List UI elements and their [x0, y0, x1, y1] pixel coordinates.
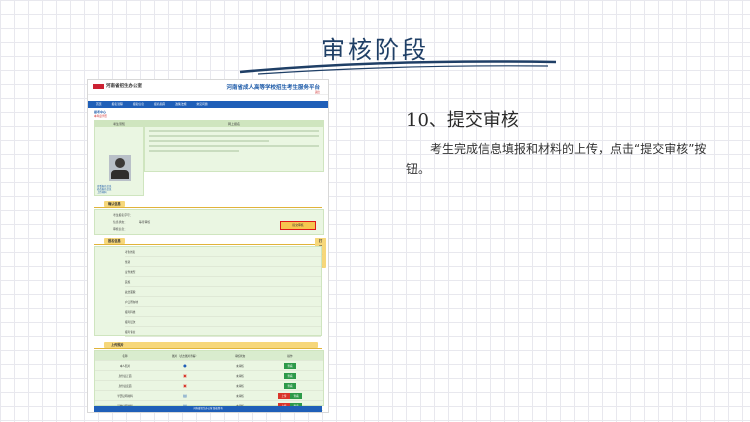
field-label: 报考科类: [125, 310, 136, 314]
portal-navbar: 首页 报名流程 报名信息 报名指南 政策法规 常见问题: [88, 101, 328, 108]
portal-footer: 河南省招生办公室 版权所有: [94, 406, 322, 412]
confirm-section: 确认信息 考生报名序号： 信息状态： 审核信息： 等待审核 提交审核: [94, 201, 324, 235]
id-card-icon: ▣: [183, 383, 187, 388]
sidebar-link[interactable]: 上传材料: [97, 191, 111, 194]
field-label: 考生姓名: [125, 250, 136, 254]
field-label: 民族: [125, 280, 131, 284]
basic-info-section: 报名信息 修改报名 打印报名表 打印 考生姓名 性别 证件类型 民族 政治面貌 …: [94, 238, 327, 338]
field-label: 政治面貌: [125, 290, 136, 294]
nav-item[interactable]: 报名信息: [129, 101, 148, 108]
avatar: [109, 155, 131, 181]
confirm-row: 审核信息：: [113, 227, 127, 231]
field-label: 性别: [125, 260, 131, 264]
notes-header: 网上报名: [145, 121, 323, 127]
nav-item[interactable]: 常见问题: [192, 101, 211, 108]
table-row: 身份证正面 ▣ 未审核 查看: [95, 371, 323, 381]
view-button[interactable]: 查看: [284, 372, 296, 379]
col-header: 审核状态: [234, 354, 246, 358]
upload-photo-button[interactable]: 上传照片: [107, 342, 318, 348]
field-label: 报考层次: [125, 320, 136, 324]
person-icon: ●: [183, 363, 187, 368]
view-button[interactable]: 查看: [284, 382, 296, 389]
confirm-row: 考生报名序号：: [113, 213, 133, 217]
col-header: 名称: [122, 354, 128, 358]
section-basic-title: 报名信息: [104, 238, 125, 244]
progress-section: 报考中心 本年度学历 考生须知 查看报名信息 修改报名信息 上传材料 网上报名: [94, 110, 324, 196]
progress-sub: 本年度学历: [94, 115, 107, 118]
embedded-screenshot: 河南省招生办公室 河南省成人高等学校招生考生服务平台 退出 首页 报名流程 报名…: [88, 80, 328, 412]
nav-item[interactable]: 报名指南: [150, 101, 169, 108]
nav-item[interactable]: 政策法规: [171, 101, 190, 108]
steps-header: 考生须知: [95, 121, 143, 127]
portal-header: 河南省招生办公室 河南省成人高等学校招生考生服务平台 退出: [88, 80, 328, 95]
step-title: 10、提交审核: [406, 110, 519, 131]
table-row: 身份证反面 ▣ 未审核 查看: [95, 381, 323, 391]
field-label: 报考专业: [125, 330, 136, 334]
office-logo: [93, 84, 104, 89]
id-card-icon: ▣: [183, 373, 187, 378]
confirm-row: 信息状态：: [113, 220, 127, 224]
view-button[interactable]: 查看: [284, 362, 296, 369]
notes-panel: 网上报名: [144, 120, 324, 172]
submit-review-button[interactable]: 提交审核: [280, 221, 316, 230]
materials-section: 证明材料信息 上传照片 名称 图片（点击图片查看） 审核状态 操作 本人照片 ●…: [94, 342, 324, 411]
document-icon: ▤: [183, 393, 187, 398]
nav-item[interactable]: 首页: [92, 101, 106, 108]
title-underline-swoosh: [239, 60, 557, 75]
section-confirm-title: 确认信息: [104, 201, 125, 207]
table-row: 学历证明材料 ▤ 未审核 上传 查看: [95, 391, 323, 401]
view-button[interactable]: 查看: [290, 392, 302, 399]
nav-item[interactable]: 报名流程: [108, 101, 127, 108]
col-header: 图片（点击图片查看）: [172, 354, 198, 358]
upload-button[interactable]: 上传: [278, 392, 290, 399]
logout-link[interactable]: 退出: [315, 90, 320, 94]
field-label: 证件类型: [125, 270, 136, 274]
sidebar-panel: 考生须知 查看报名信息 修改报名信息 上传材料: [94, 120, 144, 196]
field-label: 户口所在地: [125, 300, 138, 304]
step-description: 考生完成信息填报和材料的上传，点击“提交审核”按钮。: [406, 142, 707, 176]
confirm-status: 等待审核: [139, 220, 151, 224]
portal-title: 河南省成人高等学校招生考生服务平台: [226, 85, 320, 91]
table-row: 本人照片 ● 未审核 查看: [95, 361, 323, 371]
col-header: 操作: [287, 354, 293, 358]
office-name: 河南省招生办公室: [106, 84, 142, 89]
